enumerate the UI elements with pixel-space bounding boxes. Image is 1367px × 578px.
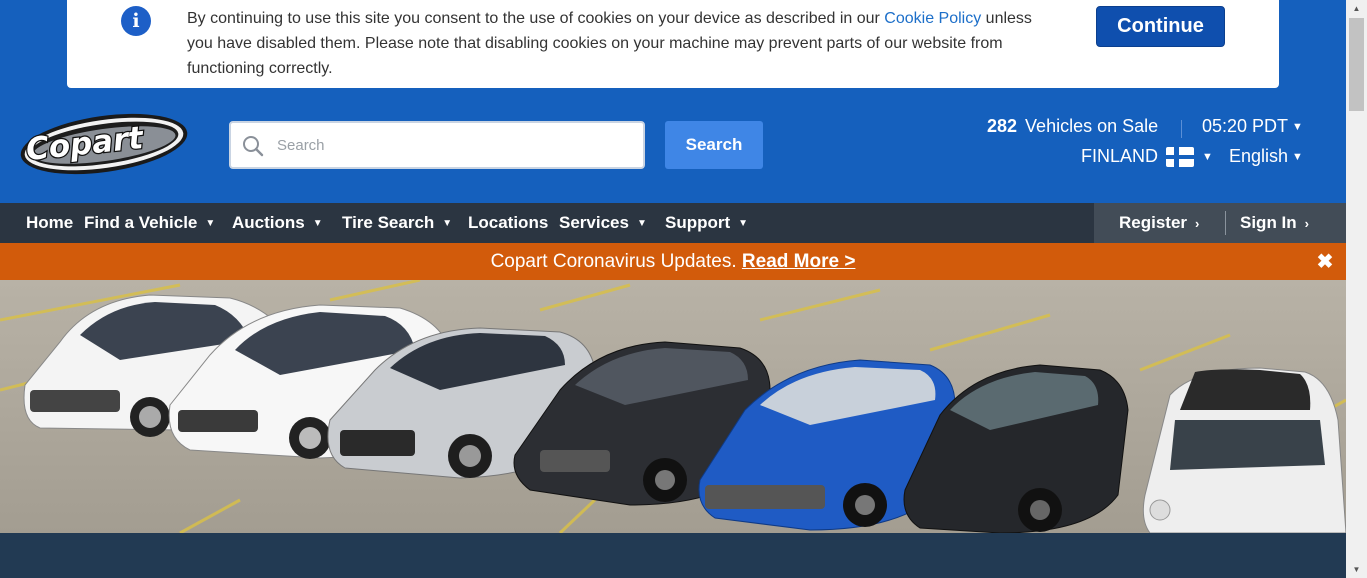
- nav-find-a-vehicle[interactable]: Find a Vehicle ▼: [84, 203, 215, 243]
- cookie-policy-link[interactable]: Cookie Policy: [884, 10, 981, 27]
- language-value: English: [1229, 146, 1289, 166]
- main-nav: Home Find a Vehicle ▼ Auctions ▼ Tire Sear…: [0, 203, 1346, 243]
- hero-cars-image: [0, 280, 1346, 533]
- caret-down-icon: ▼: [738, 218, 749, 229]
- nav-label: Find a Vehicle: [84, 213, 198, 232]
- nav-services[interactable]: Services ▼: [559, 203, 647, 243]
- nav-locations[interactable]: Locations: [468, 203, 548, 243]
- read-more-link[interactable]: Read More >: [742, 251, 856, 272]
- scroll-up-arrow-icon[interactable]: ▲: [1346, 0, 1367, 17]
- chevron-right-icon: ›: [1304, 216, 1310, 231]
- cookie-message: By continuing to use this site you conse…: [187, 6, 1057, 81]
- account-links: Register › Sign In ›: [1094, 203, 1346, 243]
- scrollbar-thumb[interactable]: [1349, 18, 1364, 111]
- chevron-right-icon: ›: [1195, 216, 1200, 231]
- sign-in-label: Sign In: [1240, 213, 1297, 232]
- chevron-down-icon: ▼: [1292, 151, 1303, 163]
- nav-label: Services: [559, 213, 629, 232]
- register-label: Register: [1119, 213, 1188, 232]
- page-content-band: [0, 533, 1346, 578]
- info-icon: i: [121, 6, 151, 36]
- vehicles-on-sale[interactable]: 282 Vehicles on Sale: [987, 116, 1158, 137]
- nav-label: Home: [26, 213, 74, 232]
- caret-down-icon: ▼: [442, 218, 453, 229]
- nav-label: Locations: [468, 213, 549, 232]
- nav-support[interactable]: Support ▼: [665, 203, 748, 243]
- finland-flag-icon[interactable]: [1166, 147, 1194, 167]
- account-divider: [1225, 211, 1226, 235]
- chevron-down-icon: ▼: [1202, 151, 1213, 163]
- chevron-down-icon: ▼: [1292, 121, 1303, 133]
- scroll-down-arrow-icon[interactable]: ▼: [1346, 561, 1367, 578]
- nav-label: Auctions: [232, 213, 305, 232]
- nav-auctions[interactable]: Auctions ▼: [232, 203, 323, 243]
- caret-down-icon: ▼: [312, 218, 323, 229]
- copart-logo[interactable]: Copart: [18, 112, 190, 176]
- sign-in-link[interactable]: Sign In ›: [1240, 203, 1309, 243]
- country-label: FINLAND: [1081, 146, 1159, 166]
- vehicles-label: Vehicles on Sale: [1025, 116, 1159, 136]
- vertical-scrollbar[interactable]: ▲ ▼: [1346, 0, 1367, 578]
- search-icon: [243, 136, 264, 157]
- caret-down-icon: ▼: [205, 218, 216, 229]
- nav-label: Tire Search: [342, 213, 435, 232]
- nav-label: Support: [665, 213, 731, 232]
- alert-text: Copart Coronavirus Updates.: [490, 251, 742, 272]
- alert-message: Copart Coronavirus Updates. Read More >: [0, 243, 1346, 280]
- vehicles-count: 282: [987, 116, 1018, 136]
- cookie-banner: i By continuing to use this site you con…: [67, 0, 1279, 88]
- close-icon[interactable]: ✖: [1314, 251, 1336, 273]
- cookie-text-start: By continuing to use this site you conse…: [187, 10, 885, 27]
- search-button[interactable]: Search: [665, 121, 763, 169]
- search-box: [229, 121, 645, 169]
- continue-button[interactable]: Continue: [1096, 6, 1225, 47]
- car-white-fiat: [1142, 367, 1346, 533]
- header-divider: [1181, 120, 1182, 138]
- nav-tire-search[interactable]: Tire Search ▼: [342, 203, 452, 243]
- coronavirus-alert-bar: Copart Coronavirus Updates. Read More > …: [0, 243, 1346, 280]
- country-dropdown[interactable]: ▼: [1198, 146, 1213, 167]
- language-selector[interactable]: English ▼: [1229, 146, 1303, 167]
- nav-home[interactable]: Home: [26, 203, 73, 243]
- time-selector[interactable]: 05:20 PDT ▼: [1202, 116, 1303, 137]
- caret-down-icon: ▼: [636, 218, 647, 229]
- register-link[interactable]: Register ›: [1119, 203, 1199, 243]
- search-input[interactable]: [277, 131, 627, 159]
- time-value: 05:20 PDT: [1202, 116, 1289, 136]
